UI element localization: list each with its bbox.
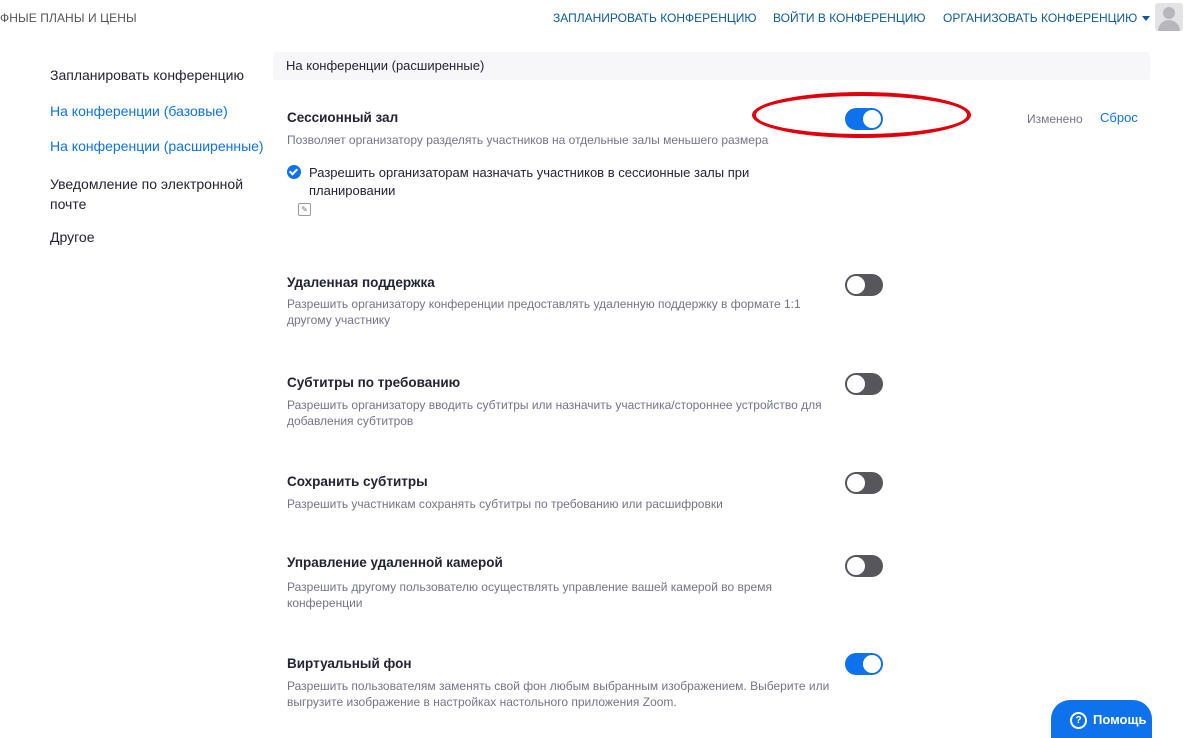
sidebar-item-in-meeting-advanced[interactable]: На конференции (расширенные)	[50, 136, 264, 156]
setting-title-breakout-room: Сессионный зал	[287, 110, 399, 125]
setting-title-virtual-background: Виртуальный фон	[287, 656, 412, 671]
edit-icon[interactable]: ✎	[298, 203, 311, 216]
setting-title-camera-control: Управление удаленной камерой	[287, 555, 503, 570]
host-meeting-menu[interactable]: ОРГАНИЗОВАТЬ КОНФЕРЕНЦИЮ	[943, 11, 1151, 25]
toggle-knob	[863, 110, 881, 128]
toggle-knob	[847, 474, 865, 492]
toggle-remote-support[interactable]	[845, 274, 883, 296]
toggle-knob	[863, 655, 881, 673]
chevron-down-icon	[1142, 16, 1151, 22]
avatar-body	[1158, 20, 1180, 31]
setting-desc-remote-support: Разрешить организатору конференции предо…	[287, 297, 801, 327]
checkbox-label-assign-breakout: Разрешить организаторам назначать участн…	[309, 165, 750, 198]
section-header: На конференции (расширенные)	[273, 52, 1150, 80]
avatar-head	[1163, 7, 1175, 19]
setting-title-save-captions: Сохранить субтитры	[287, 474, 428, 489]
avatar[interactable]	[1155, 3, 1183, 31]
toggle-closed-captions[interactable]	[845, 373, 883, 395]
toggle-breakout-room[interactable]	[845, 108, 883, 130]
help-button[interactable]: ? Помощь	[1051, 700, 1152, 738]
setting-desc-breakout-room: Позволяет организатору разделять участни…	[287, 133, 769, 147]
sidebar-item-in-meeting-basic[interactable]: На конференции (базовые)	[50, 101, 228, 121]
toggle-virtual-background[interactable]	[845, 653, 883, 675]
setting-desc-virtual-background: Разрешить пользователям заменять свой фо…	[287, 679, 830, 709]
schedule-meeting-link[interactable]: ЗАПЛАНИРОВАТЬ КОНФЕРЕНЦИЮ	[553, 11, 756, 25]
sidebar-item-email-notification[interactable]: Уведомление по электронной почте	[50, 174, 250, 214]
question-icon: ?	[1070, 712, 1087, 729]
toggle-knob	[847, 276, 865, 294]
sidebar-item-other[interactable]: Другое	[50, 227, 94, 247]
setting-desc-save-captions: Разрешить участникам сохранять субтитры …	[287, 497, 723, 511]
plans-pricing-link[interactable]: ФНЫЕ ПЛАНЫ И ЦЕНЫ	[0, 11, 137, 25]
sidebar-item-schedule-meeting[interactable]: Запланировать конференцию	[50, 65, 244, 85]
toggle-camera-control[interactable]	[845, 555, 883, 577]
setting-title-remote-support: Удаленная поддержка	[287, 275, 435, 290]
join-meeting-link[interactable]: ВОЙТИ В КОНФЕРЕНЦИЮ	[773, 11, 925, 25]
setting-title-closed-captions: Субтитры по требованию	[287, 375, 461, 390]
setting-desc-closed-captions: Разрешить организатору вводить субтитры …	[287, 398, 822, 428]
status-badge: Изменено	[1027, 112, 1083, 126]
help-button-label: Помощь	[1093, 712, 1147, 727]
checkbox-assign-breakout[interactable]	[287, 165, 301, 179]
section-title: На конференции (расширенные)	[286, 58, 485, 73]
top-nav-bar: ФНЫЕ ПЛАНЫ И ЦЕНЫ ЗАПЛАНИРОВАТЬ КОНФЕРЕН…	[0, 0, 1187, 40]
reset-link[interactable]: Сброс	[1100, 110, 1138, 125]
setting-desc-camera-control: Разрешить другому пользователю осуществл…	[287, 580, 772, 610]
host-meeting-label: ОРГАНИЗОВАТЬ КОНФЕРЕНЦИЮ	[943, 11, 1138, 25]
toggle-knob	[847, 557, 865, 575]
toggle-save-captions[interactable]	[845, 472, 883, 494]
toggle-knob	[847, 375, 865, 393]
